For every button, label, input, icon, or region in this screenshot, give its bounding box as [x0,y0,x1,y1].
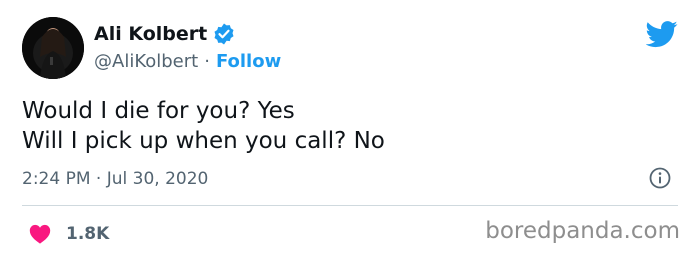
separator-dot: · [204,50,210,72]
twitter-bird-icon[interactable] [645,18,678,50]
divider [22,205,678,206]
author-name-row: Ali Kolbert [94,21,236,47]
author-handle[interactable]: @AliKolbert [94,51,198,72]
handle-row: @AliKolbert · Follow [94,50,281,72]
author-name[interactable]: Ali Kolbert [94,23,207,45]
verified-badge-icon [212,22,236,46]
like-button[interactable]: 1.8K [28,221,109,247]
watermark: boredpanda.com [485,218,680,244]
follow-button[interactable]: Follow [216,51,281,72]
avatar[interactable] [22,17,84,79]
info-icon[interactable] [648,166,672,190]
tweet-text-line-1: Would I die for you? Yes [22,98,295,124]
like-count: 1.8K [66,224,110,244]
tweet-text: Would I die for you? Yes Will I pick up … [22,96,385,156]
tweet-timestamp[interactable]: 2:24 PM · Jul 30, 2020 [22,169,208,189]
heart-icon [28,222,52,246]
tweet-text-line-2: Will I pick up when you call? No [22,128,385,154]
